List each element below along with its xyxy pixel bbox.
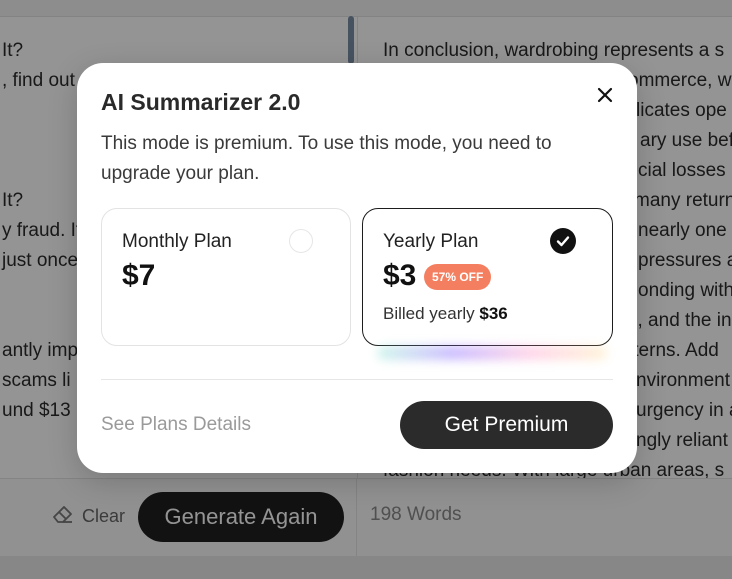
plan-name: Monthly Plan <box>122 231 232 252</box>
premium-modal: AI Summarizer 2.0 This mode is premium. … <box>77 63 637 473</box>
plan-price: $3 <box>383 259 417 292</box>
check-icon[interactable] <box>550 228 576 254</box>
modal-title: AI Summarizer 2.0 <box>101 89 301 115</box>
discount-badge: 57% OFF <box>424 264 492 290</box>
yearly-plan-card[interactable]: Yearly Plan $3 57% OFF Billed yearly $36 <box>362 208 613 346</box>
see-plans-details-link[interactable]: See Plans Details <box>101 414 251 436</box>
get-premium-button[interactable]: Get Premium <box>400 401 613 449</box>
billed-yearly-text: Billed yearly $36 <box>383 304 508 324</box>
plan-name: Yearly Plan <box>383 231 479 252</box>
modal-divider <box>101 379 613 380</box>
modal-description: This mode is premium. To use this mode, … <box>101 133 552 184</box>
monthly-plan-card[interactable]: Monthly Plan $7 <box>101 208 351 346</box>
plan-radio-unchecked[interactable] <box>289 229 313 253</box>
close-icon[interactable] <box>593 83 617 107</box>
billed-amount: $36 <box>479 304 508 323</box>
billed-label: Billed yearly <box>383 304 475 323</box>
plan-price: $7 <box>122 259 156 292</box>
selected-glow <box>377 346 607 360</box>
